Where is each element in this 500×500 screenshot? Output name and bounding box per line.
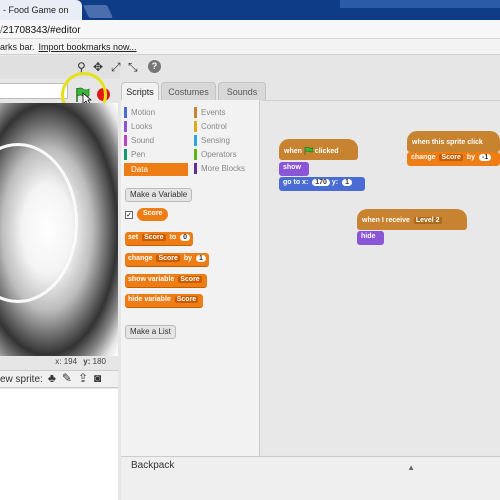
category-sound[interactable]: Sound [124, 135, 154, 146]
category-pen[interactable]: Pen [124, 149, 145, 160]
block-text: change [128, 255, 153, 262]
make-variable-button[interactable]: Make a Variable [125, 188, 193, 202]
block-text: change [411, 154, 436, 161]
block-text: set [128, 234, 139, 241]
value-input[interactable]: 0 [180, 234, 190, 241]
import-bookmarks-link[interactable]: Import bookmarks now... [39, 42, 137, 52]
new-tab-button[interactable] [82, 5, 114, 18]
coord-x-value: 194 [63, 357, 78, 366]
variable-dropdown[interactable]: Score [439, 154, 463, 161]
change-score-block[interactable]: change Score by -1 [407, 152, 500, 166]
help-icon[interactable]: ? [148, 60, 161, 73]
block-text: y: [331, 179, 339, 186]
change-variable-block[interactable]: change Score by 1 [125, 253, 209, 267]
x-input[interactable]: 170 [312, 179, 330, 186]
show-variable-block[interactable]: show variable Score [125, 274, 207, 288]
tab-scripts[interactable]: Scripts [121, 82, 159, 100]
block-text: clicked [314, 147, 339, 155]
block-text: when I receive [362, 217, 410, 224]
new-sprite-label: ew sprite: [0, 374, 43, 385]
variable-dropdown[interactable]: Score [178, 276, 202, 283]
y-input[interactable]: 1 [342, 179, 352, 186]
stage-sprite-ring [0, 143, 78, 303]
value-input[interactable]: -1 [479, 154, 492, 161]
variable-dropdown[interactable]: Score [142, 234, 166, 241]
block-text: hide variable [128, 296, 171, 303]
block-text: show variable [128, 276, 175, 283]
variable-dropdown[interactable]: Score [156, 255, 180, 262]
grow-icon[interactable]: ⤢ [111, 60, 121, 75]
mouse-coordinates: x: 194 y: 180 [0, 357, 118, 369]
bookmarks-hint: arks bar. [0, 42, 35, 52]
scripts-area[interactable]: when clicked show go to x: 170 y: 1 when… [262, 100, 500, 455]
coord-x-label: x: [55, 357, 62, 366]
block-text: to [169, 234, 177, 241]
sprite-list [0, 389, 118, 500]
hide-variable-block[interactable]: hide variable Score [125, 294, 204, 308]
delete-icon[interactable]: ✥ [93, 60, 103, 74]
upload-sprite-icon[interactable]: ⇪ [78, 371, 88, 385]
block-text: go to x: [283, 179, 309, 186]
category-more-blocks[interactable]: More Blocks [194, 163, 245, 174]
camera-icon[interactable]: ◙ [94, 371, 101, 385]
category-data[interactable]: Data [124, 163, 188, 176]
show-block[interactable]: show [279, 162, 309, 176]
backpack-toggle-icon[interactable]: ▲ [407, 463, 415, 472]
bookmarks-bar: arks bar. Import bookmarks now... [0, 39, 500, 55]
when-i-receive-block[interactable]: when I receive Level 2 [357, 209, 467, 230]
project-title-field[interactable] [0, 83, 68, 99]
category-operators[interactable]: Operators [194, 149, 237, 160]
category-control[interactable]: Control [194, 121, 227, 132]
category-events[interactable]: Events [194, 107, 225, 118]
coord-y-value: 180 [92, 357, 106, 366]
category-looks[interactable]: Looks [124, 121, 152, 132]
tab-title: - Food Game on [3, 5, 69, 15]
block-palette: Motion Looks Sound Pen Data Events Contr… [121, 100, 260, 500]
block-text: when [284, 147, 302, 155]
address-bar[interactable]: /21708343/#editor [0, 20, 500, 39]
when-sprite-clicked-block[interactable]: when this sprite click [407, 131, 500, 152]
browser-tab[interactable]: - Food Game on [0, 0, 82, 20]
variable-dropdown[interactable]: Score [174, 296, 199, 303]
window-title-strip [340, 0, 500, 8]
message-dropdown[interactable]: Level 2 [413, 217, 442, 224]
shrink-icon[interactable]: ⤡ [128, 60, 138, 75]
when-flag-clicked-block[interactable]: when clicked [279, 139, 358, 160]
hide-block[interactable]: hide [357, 231, 384, 245]
set-variable-block[interactable]: set Score to 0 [125, 232, 193, 246]
go-to-xy-block[interactable]: go to x: 170 y: 1 [279, 177, 365, 191]
new-sprite-tools: ♣ ✎ ⇪ ◙ [48, 371, 107, 385]
green-flag-icon [304, 147, 313, 155]
category-sensing[interactable]: Sensing [194, 135, 230, 146]
stage-canvas[interactable] [0, 103, 118, 356]
paint-sprite-icon[interactable]: ✎ [62, 371, 72, 385]
backpack-panel[interactable]: Backpack ▲ [121, 456, 500, 500]
make-list-button[interactable]: Make a List [125, 325, 176, 339]
value-input[interactable]: 1 [196, 255, 206, 262]
tab-sounds[interactable]: Sounds [218, 82, 266, 100]
tab-costumes[interactable]: Costumes [161, 82, 216, 100]
sprite-library-icon[interactable]: ♣ [48, 371, 56, 385]
url-text[interactable]: /21708343/#editor [0, 25, 81, 36]
coord-y-label: y: [83, 357, 91, 366]
url-path: 21708343/#editor [2, 25, 81, 36]
variable-checkbox[interactable]: ✓ [125, 211, 133, 219]
browser-tab-bar: - Food Game on [0, 0, 500, 20]
category-motion[interactable]: Motion [124, 107, 155, 118]
score-reporter[interactable]: Score [137, 208, 169, 221]
block-text: by [466, 154, 476, 161]
block-text: by [183, 255, 193, 262]
backpack-label: Backpack [131, 460, 175, 471]
